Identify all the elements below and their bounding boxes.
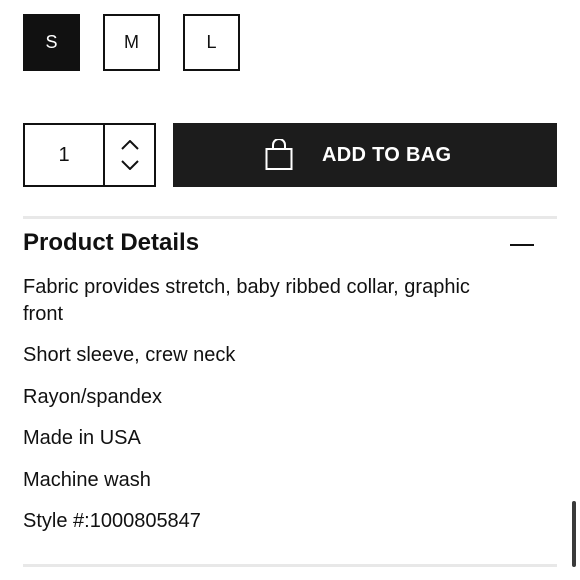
detail-item: Short sleeve, crew neck (23, 344, 236, 366)
divider (23, 216, 557, 219)
add-to-bag-button[interactable]: ADD TO BAG (173, 123, 557, 187)
detail-item: Made in USA (23, 427, 141, 449)
product-details-title: Product Details (23, 229, 200, 256)
shopping-bag-icon (265, 138, 293, 171)
size-option-l[interactable]: L (183, 14, 240, 71)
divider (23, 564, 557, 567)
detail-item: Rayon/spandex (23, 386, 162, 408)
scrollbar[interactable] (572, 501, 576, 567)
quantity-value[interactable]: 1 (25, 125, 105, 185)
size-option-m[interactable]: M (103, 14, 160, 71)
add-to-bag-label: ADD TO BAG (322, 144, 452, 166)
size-option-s[interactable]: S (23, 14, 80, 71)
detail-item: Machine wash (23, 469, 151, 491)
detail-item: Style #:1000805847 (23, 510, 201, 532)
quantity-arrows (105, 125, 154, 185)
detail-item: Fabric provides stretch, baby ribbed col… (23, 276, 470, 325)
chevron-down-icon[interactable] (120, 160, 139, 171)
chevron-up-icon[interactable] (120, 139, 139, 150)
size-selector: S M L (23, 14, 240, 71)
minus-icon[interactable] (510, 232, 534, 256)
quantity-stepper: 1 (23, 123, 156, 187)
